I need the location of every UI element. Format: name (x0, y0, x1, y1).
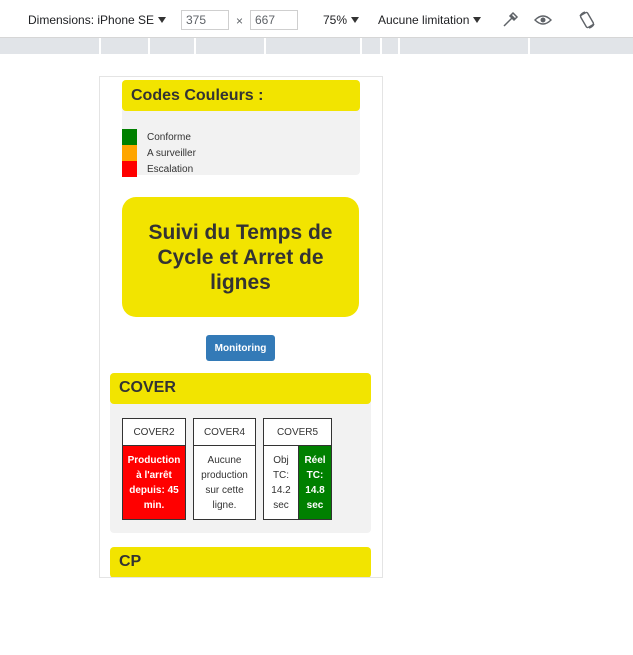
eyedropper-icon[interactable] (500, 10, 520, 30)
section-title: COVER (110, 373, 371, 404)
color-legend: Codes Couleurs : Conforme A surveiller E… (122, 80, 360, 177)
devtools-device-toolbar: Dimensions: iPhone SE × 75% Aucune limit… (0, 0, 633, 38)
legend-item: Conforme (122, 129, 191, 145)
width-input[interactable] (181, 10, 229, 30)
machine-name: COVER4 (193, 418, 256, 446)
throttle-label: Aucune limitation (378, 13, 470, 27)
times-sign: × (236, 14, 244, 28)
device-viewport: Codes Couleurs : Conforme A surveiller E… (99, 76, 383, 578)
legend-label: Conforme (147, 131, 191, 143)
height-input[interactable] (250, 10, 298, 30)
status-cell-no-production: Aucune production sur cette ligne. (193, 445, 256, 520)
legend-swatch-green (122, 129, 137, 145)
status-cell-objective: Obj TC: 14.2 sec (263, 445, 299, 520)
dimensions-label: Dimensions: iPhone SE (28, 13, 155, 27)
hero-title: Suivi du Temps de Cycle et Arret de lign… (122, 197, 359, 317)
status-cell-stopped: Production à l'arrêt depuis: 45 min. (122, 445, 186, 520)
zoom-dropdown[interactable]: 75% (323, 12, 360, 28)
legend-item: A surveiller (122, 145, 196, 161)
machine-name: COVER2 (122, 418, 186, 446)
chevron-down-icon (158, 17, 167, 23)
section-cp: CP (110, 547, 371, 577)
dimensions-dropdown[interactable]: Dimensions: iPhone SE (28, 12, 167, 28)
legend-label: Escalation (147, 163, 194, 175)
chevron-down-icon (473, 17, 482, 23)
legend-swatch-orange (122, 145, 137, 161)
legend-swatch-red (122, 161, 137, 177)
legend-item: Escalation (122, 161, 193, 177)
zoom-label: 75% (323, 13, 348, 27)
section-title: CP (110, 547, 371, 577)
machine-name: COVER5 (263, 418, 332, 446)
throttle-dropdown[interactable]: Aucune limitation (378, 12, 482, 28)
section-cover: COVER COVER2 Production à l'arrêt depuis… (110, 373, 371, 533)
legend-label: A surveiller (147, 147, 196, 159)
rotate-icon[interactable] (577, 10, 597, 30)
legend-title: Codes Couleurs : (122, 80, 360, 111)
eye-icon[interactable] (533, 10, 553, 30)
chevron-down-icon (351, 17, 360, 23)
monitoring-button[interactable]: Monitoring (206, 335, 275, 361)
media-query-ruler (0, 38, 633, 54)
status-cell-actual: Réel TC: 14.8 sec (298, 445, 332, 520)
